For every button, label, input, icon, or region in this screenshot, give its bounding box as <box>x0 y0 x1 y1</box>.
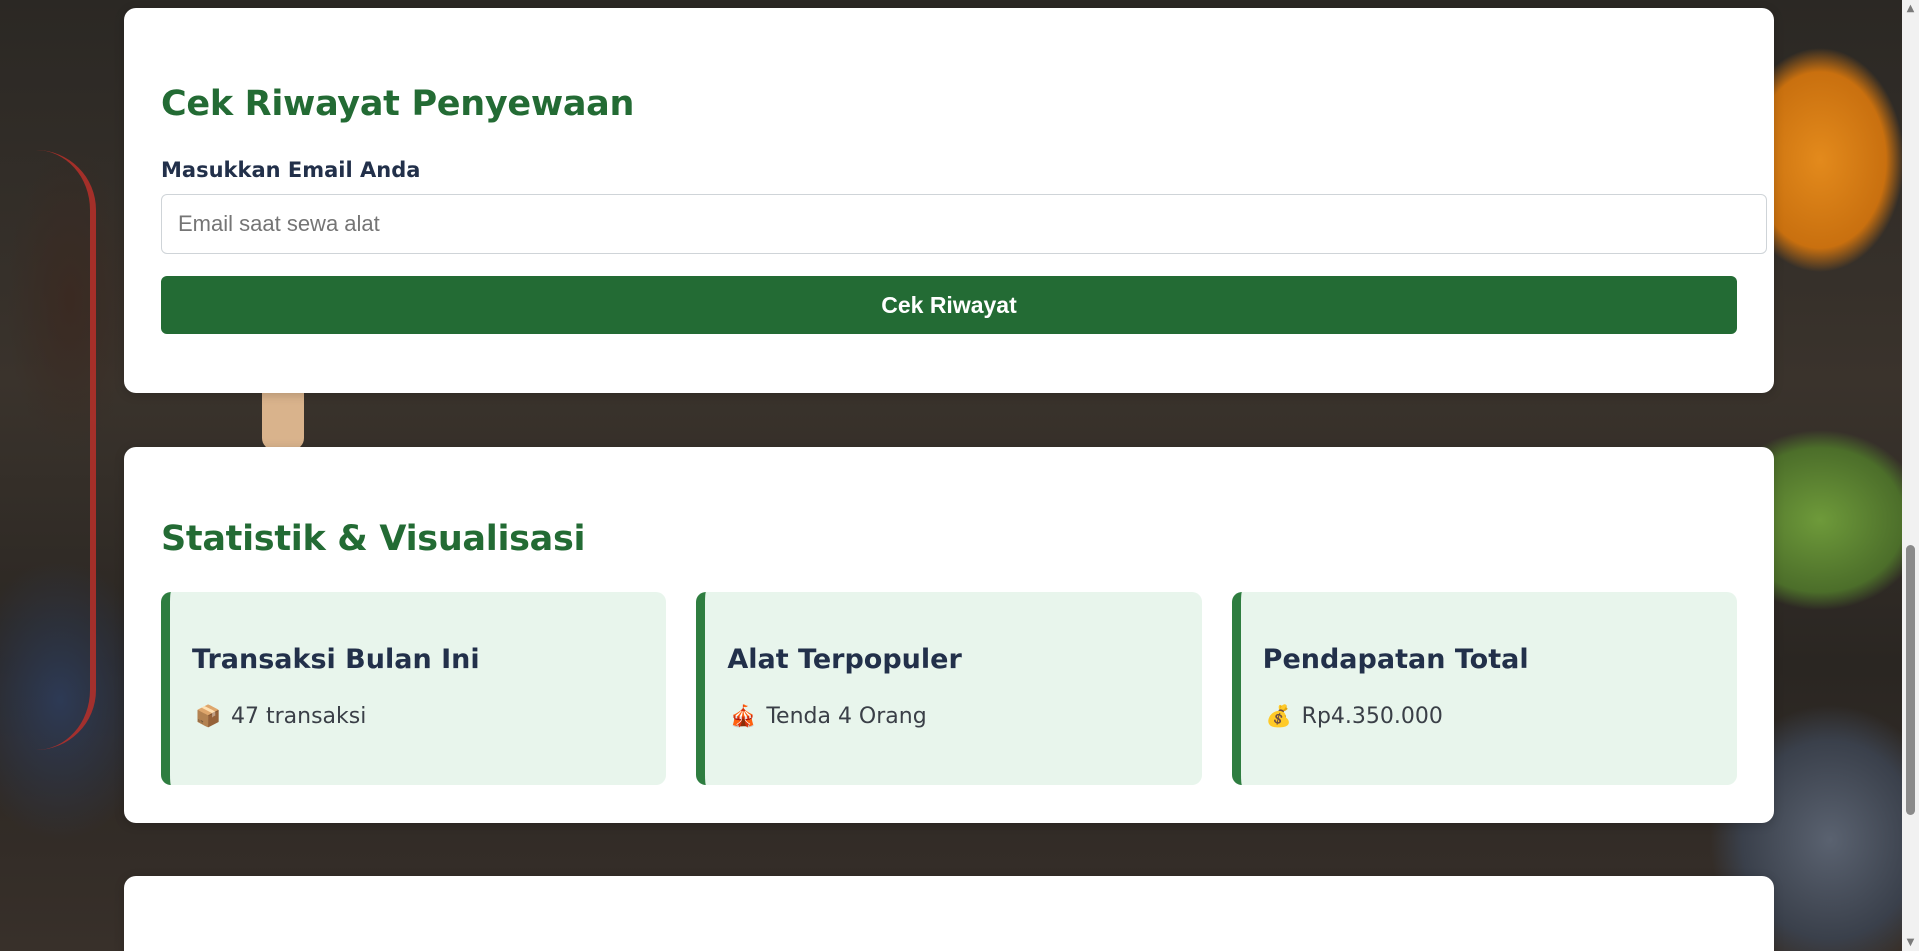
scroll-down-arrow-icon[interactable]: ▼ <box>1902 934 1919 951</box>
scroll-up-arrow-icon[interactable]: ▲ <box>1902 0 1919 17</box>
stat-value: Tenda 4 Orang <box>766 704 927 729</box>
stat-title: Alat Terpopuler <box>727 644 962 675</box>
background-photo-detail <box>0 150 96 750</box>
tent-icon: 🎪 <box>730 704 757 728</box>
email-label: Masukkan Email Anda <box>161 158 421 182</box>
vertical-scrollbar[interactable]: ▲ ▼ <box>1902 0 1919 951</box>
money-bag-icon: 💰 <box>1265 704 1292 728</box>
stat-popular-equipment: Alat Terpopuler 🎪 Tenda 4 Orang <box>696 592 1202 785</box>
scrollbar-thumb[interactable] <box>1906 545 1915 815</box>
stat-value: 47 transaksi <box>231 704 367 729</box>
package-icon: 📦 <box>195 704 222 728</box>
check-history-button[interactable]: Cek Riwayat <box>161 276 1737 334</box>
page-viewport: Cek Riwayat Penyewaan Masukkan Email And… <box>0 0 1919 951</box>
stat-title: Pendapatan Total <box>1262 644 1529 675</box>
stats-row: Transaksi Bulan Ini 📦 47 transaksi Alat … <box>161 592 1737 785</box>
stat-total-revenue: Pendapatan Total 💰 Rp4.350.000 <box>1231 592 1737 785</box>
stat-title: Transaksi Bulan Ini <box>192 644 480 675</box>
stat-value-row: 🎪 Tenda 4 Orang <box>730 704 926 729</box>
stat-value-row: 📦 47 transaksi <box>195 704 366 729</box>
stat-monthly-transactions: Transaksi Bulan Ini 📦 47 transaksi <box>161 592 667 785</box>
rental-history-title: Cek Riwayat Penyewaan <box>161 84 635 124</box>
next-section-card <box>124 876 1774 951</box>
statistics-title: Statistik & Visualisasi <box>161 519 586 559</box>
rental-history-card: Cek Riwayat Penyewaan Masukkan Email And… <box>124 8 1774 393</box>
stat-value-row: 💰 Rp4.350.000 <box>1266 704 1443 729</box>
statistics-card: Statistik & Visualisasi Transaksi Bulan … <box>124 447 1774 823</box>
email-field[interactable] <box>161 194 1767 254</box>
stat-value: Rp4.350.000 <box>1301 704 1443 729</box>
